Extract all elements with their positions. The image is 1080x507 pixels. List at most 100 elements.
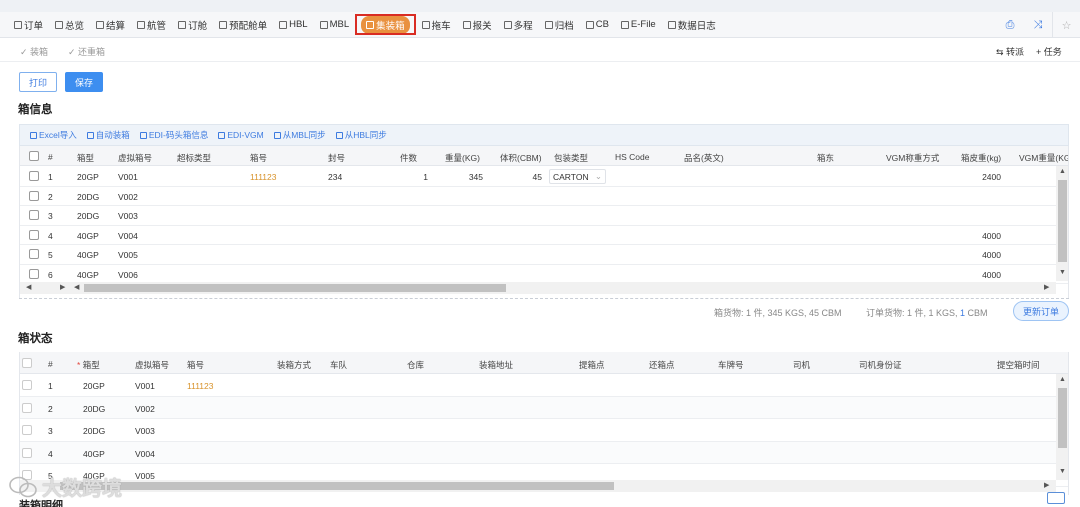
cell-box-type[interactable]: 20DG xyxy=(83,404,105,414)
table-row[interactable]: 4 40GP V004 xyxy=(20,441,1068,464)
column-header[interactable]: 箱皮重(kg) xyxy=(961,152,1001,164)
column-header[interactable]: 提箱点 xyxy=(579,359,605,371)
column-header[interactable]: # xyxy=(48,152,53,162)
cell-virtual-no[interactable]: V003 xyxy=(118,211,138,221)
cell-box-no[interactable]: 111123 xyxy=(250,172,276,182)
print-icon[interactable]: ⎙ xyxy=(996,12,1024,38)
scroll-left-icon[interactable]: ◀ xyxy=(26,283,31,291)
cell-virtual-no[interactable]: V001 xyxy=(135,381,155,391)
print-button[interactable]: 打印 xyxy=(19,72,57,92)
task-button[interactable]: + 任务 xyxy=(1036,45,1062,58)
cell-volume[interactable]: 45 xyxy=(500,172,542,182)
cell-box-type[interactable]: 20DG xyxy=(77,211,99,221)
column-header[interactable]: 装箱方式 xyxy=(277,359,311,371)
cell-tare[interactable]: 4000 xyxy=(961,250,1001,260)
column-header[interactable]: 虚拟箱号 xyxy=(135,359,169,371)
table-row[interactable]: 2 20DG V002 xyxy=(20,187,1068,206)
cell-box-type[interactable]: 20GP xyxy=(83,381,105,391)
scroll-down-icon[interactable]: ▼ xyxy=(1056,269,1068,276)
nav-item-14[interactable]: E-File xyxy=(615,12,662,37)
toolbar-link-4[interactable]: 从MBL同步 xyxy=(273,129,326,141)
row-checkbox[interactable] xyxy=(29,229,39,240)
toolbar-link-3[interactable]: EDI-VGM xyxy=(218,130,264,140)
cell-virtual-no[interactable]: V003 xyxy=(135,426,155,436)
shuffle-icon[interactable]: ⤨ xyxy=(1024,12,1052,38)
nav-item-8[interactable]: 集装箱 xyxy=(355,12,416,37)
table-row[interactable]: 3 20DG V003 xyxy=(20,419,1068,442)
column-header[interactable]: 体积(CBM) xyxy=(500,152,542,164)
subtab-return-heavy[interactable]: ✓ 还重箱 xyxy=(68,45,105,58)
scroll-up-icon[interactable]: ▲ xyxy=(1056,376,1068,383)
row-checkbox[interactable] xyxy=(29,190,39,201)
cell-weight[interactable]: 345 xyxy=(445,172,483,182)
scroll-left-icon[interactable]: ◀ xyxy=(74,283,79,291)
column-header[interactable]: 司机 xyxy=(793,359,810,371)
column-header[interactable]: 超标类型 xyxy=(177,152,211,164)
nav-item-2[interactable]: 结算 xyxy=(90,12,131,37)
column-header[interactable]: 包装类型 xyxy=(554,152,588,164)
row-checkbox[interactable] xyxy=(29,249,39,259)
cell-box-type[interactable]: 40GP xyxy=(77,231,99,241)
row-checkbox[interactable] xyxy=(22,447,32,458)
row-checkbox[interactable] xyxy=(22,402,32,413)
column-header[interactable]: 箱号 xyxy=(187,359,204,371)
row-checkbox[interactable] xyxy=(22,425,32,435)
column-header[interactable]: 虚拟箱号 xyxy=(118,152,152,164)
box-info-vscroll-thumb[interactable] xyxy=(1058,180,1067,262)
cell-virtual-no[interactable]: V005 xyxy=(118,250,138,260)
column-header[interactable]: 司机身份证 xyxy=(859,359,902,371)
nav-item-4[interactable]: 订舱 xyxy=(172,12,213,37)
column-header[interactable]: 品名(英文) xyxy=(684,152,724,164)
box-status-hscroll-thumb[interactable] xyxy=(60,482,614,490)
column-header[interactable]: 封号 xyxy=(328,152,345,164)
column-header[interactable]: 车牌号 xyxy=(718,359,744,371)
toolbar-link-1[interactable]: 自动装箱 xyxy=(86,129,130,141)
box-status-vscroll[interactable]: ▲ ▼ xyxy=(1056,374,1068,480)
packing-type-select[interactable]: CARTON ⌄ xyxy=(549,169,606,184)
box-info-vscroll[interactable]: ▲ ▼ xyxy=(1056,166,1068,281)
select-all-checkbox[interactable] xyxy=(22,358,32,368)
nav-item-9[interactable]: 拖车 xyxy=(416,12,457,37)
cell-box-type[interactable]: 20DG xyxy=(77,192,99,202)
nav-item-5[interactable]: 预配舱单 xyxy=(213,12,273,37)
column-header[interactable]: 件数 xyxy=(400,152,417,164)
table-row[interactable]: 3 20DG V003 xyxy=(20,206,1068,226)
scroll-down-icon[interactable]: ▼ xyxy=(1056,468,1068,475)
nav-item-7[interactable]: MBL xyxy=(314,12,356,37)
cell-tare[interactable]: 4000 xyxy=(961,231,1001,241)
nav-item-15[interactable]: 数据日志 xyxy=(662,12,722,37)
table-row[interactable]: 2 20DG V002 xyxy=(20,396,1068,419)
cell-box-type[interactable]: 40GP xyxy=(77,270,99,280)
toolbar-link-2[interactable]: EDI-码头箱信息 xyxy=(139,129,208,141)
select-all-checkbox[interactable] xyxy=(29,151,39,161)
column-header[interactable]: 提空箱时间 xyxy=(997,359,1040,371)
row-checkbox[interactable] xyxy=(29,210,39,220)
column-header[interactable]: 仓库 xyxy=(407,359,424,371)
column-header[interactable]: * 箱型 xyxy=(77,359,100,371)
cell-box-no[interactable]: 111123 xyxy=(187,381,213,391)
column-header[interactable]: 箱号 xyxy=(250,152,267,164)
cell-tare[interactable]: 4000 xyxy=(961,270,1001,280)
box-info-hscroll-thumb[interactable] xyxy=(84,284,506,292)
column-header[interactable]: HS Code xyxy=(615,152,650,162)
box-status-hscroll[interactable]: ▶ xyxy=(20,480,1056,492)
cell-tare[interactable]: 2400 xyxy=(961,172,1001,182)
row-checkbox[interactable] xyxy=(22,380,32,390)
nav-item-0[interactable]: 订单 xyxy=(8,12,49,37)
column-header[interactable]: VGM称重方式 xyxy=(886,152,939,164)
column-header[interactable]: 装箱地址 xyxy=(479,359,513,371)
cell-box-type[interactable]: 40GP xyxy=(83,449,105,459)
column-header[interactable]: VGM重量(KG xyxy=(1019,152,1068,164)
cell-box-type[interactable]: 20GP xyxy=(77,172,99,182)
column-header[interactable]: 箱东 xyxy=(817,152,834,164)
nav-item-1[interactable]: 总览 xyxy=(49,12,90,37)
nav-item-10[interactable]: 报关 xyxy=(457,12,498,37)
column-header[interactable]: 车队 xyxy=(330,359,347,371)
column-header[interactable]: 箱型 xyxy=(77,152,94,164)
table-row[interactable]: 5 40GP V005 4000 xyxy=(20,245,1068,265)
nav-item-3[interactable]: 航管 xyxy=(131,12,172,37)
toolbar-link-0[interactable]: Excel导入 xyxy=(30,129,77,141)
cell-virtual-no[interactable]: V004 xyxy=(135,449,155,459)
row-checkbox[interactable] xyxy=(29,268,39,279)
scroll-right-icon[interactable]: ▶ xyxy=(1044,481,1049,489)
